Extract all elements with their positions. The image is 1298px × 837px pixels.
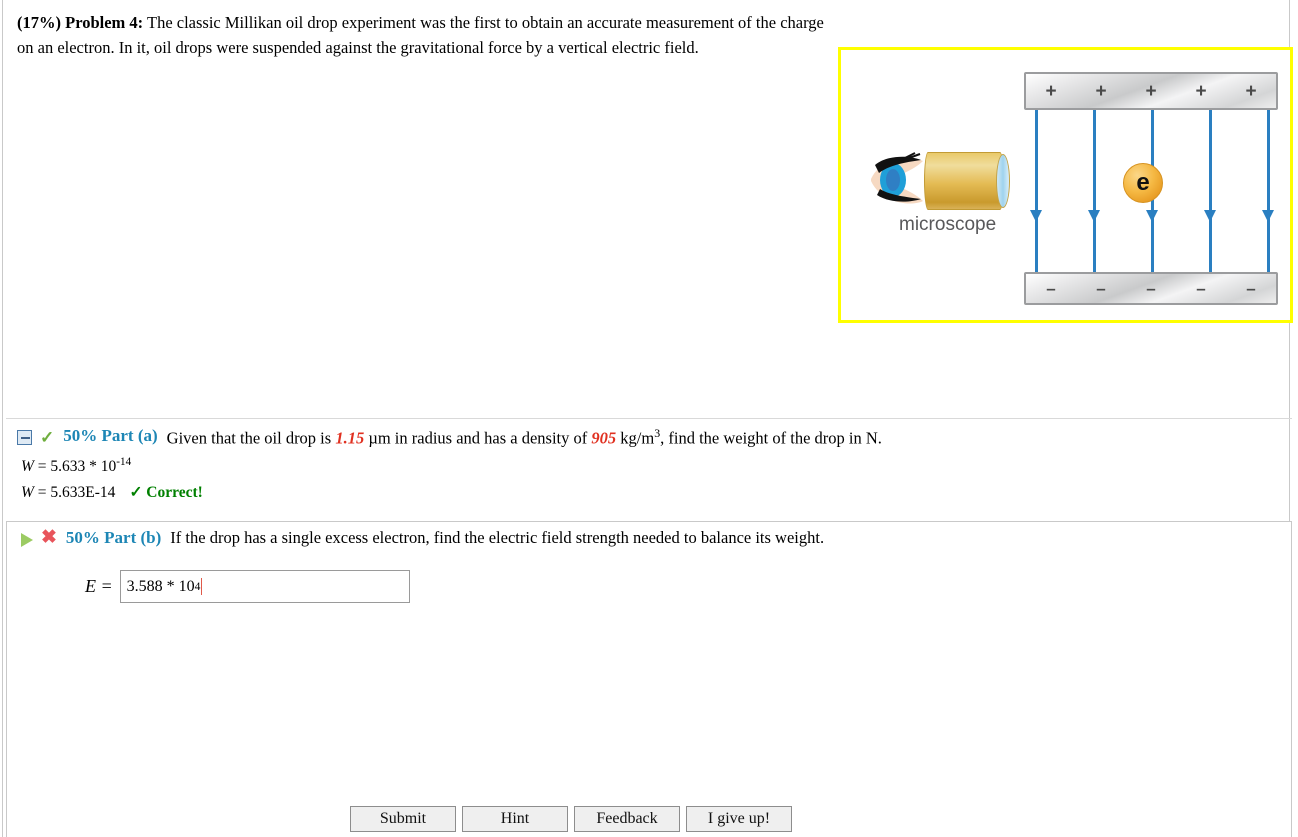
field-line xyxy=(1035,110,1038,272)
answer-input-value: 3.588 * 10 xyxy=(126,577,195,595)
collapse-icon[interactable] xyxy=(17,430,32,445)
field-line xyxy=(1093,110,1096,272)
part-a-section: ✓ 50% Part (a) Given that the oil drop i… xyxy=(3,426,1291,502)
radius-value: 1.15 xyxy=(335,428,365,448)
problem-text: (17%) Problem 4: The classic Millikan oi… xyxy=(17,10,827,60)
microscope-body xyxy=(924,152,1010,210)
hint-button[interactable]: Hint xyxy=(462,806,568,832)
negative-plate: – – – – – xyxy=(1024,272,1278,305)
field-arrow xyxy=(1030,210,1042,222)
plus-sign: + xyxy=(1095,80,1107,102)
answer-input-exponent: 4 xyxy=(194,580,201,593)
green-check-icon: ✓ xyxy=(40,428,55,447)
red-x-icon: ✖ xyxy=(41,527,57,548)
submit-button[interactable]: Submit xyxy=(350,806,456,832)
part-b-section: ✖ 50% Part (b) If the drop has a single … xyxy=(6,521,1292,837)
give-up-button[interactable]: I give up! xyxy=(686,806,792,832)
answer-symbol-label: E = xyxy=(85,576,113,596)
field-line xyxy=(1267,110,1270,272)
part-b-answer-row: E = 3.588 * 10 4 xyxy=(85,570,410,603)
minus-sign: – xyxy=(1246,279,1256,298)
eye-icon xyxy=(867,145,927,215)
answer-value-sci: 5.633E-14 xyxy=(50,483,116,501)
status-badge: ✓ Correct! xyxy=(129,483,203,501)
field-arrow xyxy=(1146,210,1158,222)
microscope-label: microscope xyxy=(899,214,997,235)
part-a-answer-numeric: W = 5.633E-14 ✓ Correct! xyxy=(21,483,203,501)
minus-sign: – xyxy=(1196,279,1206,298)
content-frame: (17%) Problem 4: The classic Millikan oi… xyxy=(2,0,1293,837)
answer-value: 5.633 * 10 xyxy=(50,457,117,475)
part-b-body: If the drop has a single excess electron… xyxy=(170,528,825,547)
field-arrow xyxy=(1088,210,1100,222)
problem-label: (17%) Problem 4: xyxy=(17,13,144,32)
minus-sign: – xyxy=(1096,279,1106,298)
section-divider xyxy=(6,418,1292,419)
part-a-answer-symbolic: W = 5.633 * 10-14 xyxy=(21,455,132,475)
answer-input[interactable]: 3.588 * 10 4 xyxy=(119,570,410,603)
plus-sign: + xyxy=(1145,80,1157,102)
electron-sphere: e xyxy=(1123,163,1163,203)
answer-exponent: -14 xyxy=(116,455,132,468)
expand-icon[interactable] xyxy=(21,533,33,547)
part-b-title: 50% Part (b) xyxy=(65,528,162,547)
plus-sign: + xyxy=(1195,80,1207,102)
field-arrow xyxy=(1204,210,1216,222)
field-arrow xyxy=(1262,210,1274,222)
field-line xyxy=(1209,110,1212,272)
electron-label: e xyxy=(1136,169,1150,196)
minus-sign: – xyxy=(1046,279,1056,298)
plus-sign: + xyxy=(1245,80,1257,102)
answer-symbol: W xyxy=(21,457,34,475)
text-caret xyxy=(201,578,203,595)
answer-symbol: W xyxy=(21,483,34,501)
problem-page: (17%) Problem 4: The classic Millikan oi… xyxy=(0,0,1298,837)
millikan-figure: + + + + + e microscope – – – – – xyxy=(838,47,1293,323)
microscope-lens xyxy=(996,154,1010,208)
plus-sign: + xyxy=(1045,80,1057,102)
part-a-title: 50% Part (a) xyxy=(63,426,158,445)
feedback-button[interactable]: Feedback xyxy=(574,806,680,832)
part-a-body: Given that the oil drop is 1.15 µm in ra… xyxy=(166,426,882,448)
action-buttons: Submit Hint Feedback I give up! xyxy=(350,806,792,832)
positive-plate: + + + + + xyxy=(1024,72,1278,110)
density-value: 905 xyxy=(591,428,617,448)
problem-statement: (17%) Problem 4: The classic Millikan oi… xyxy=(17,10,827,60)
minus-sign: – xyxy=(1146,279,1156,298)
